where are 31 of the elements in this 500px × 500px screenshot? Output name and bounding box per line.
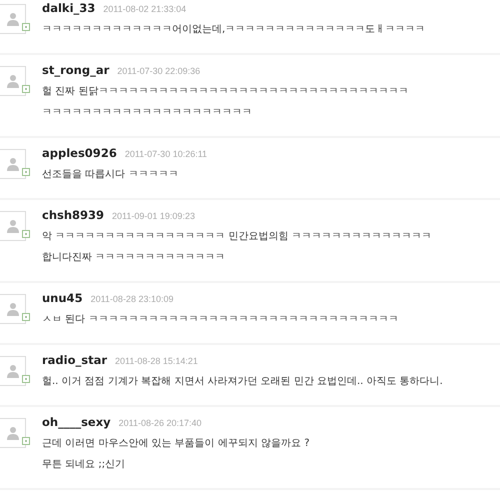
comment-text: ㅋㅋㅋㅋㅋㅋㅋㅋㅋㅋㅋㅋㅋ어이없는데,ㅋㅋㅋㅋㅋㅋㅋㅋㅋㅋㅋㅋㅋㅋ도ㅐㅋㅋㅋㅋ: [42, 23, 426, 37]
username[interactable]: oh____sexy: [42, 415, 111, 429]
comment-date: 2011-08-28 15:14:21: [115, 356, 198, 366]
username[interactable]: st_rong_ar: [42, 63, 110, 77]
username[interactable]: radio_star: [42, 353, 108, 367]
comment-date: 2011-08-28 23:10:09: [90, 294, 174, 304]
username[interactable]: apples0926: [42, 146, 117, 160]
comment-text: 헐.. 이거 점점 기계가 복잡해 지면서 사라져가던 오래된 민간 요법인데.. 아직도 통하다니.: [42, 375, 443, 389]
plus-icon[interactable]: [22, 230, 30, 238]
username[interactable]: unu45: [42, 291, 83, 305]
comment-text: ㅋㅋㅋㅋㅋㅋㅋㅋㅋㅋㅋㅋㅋㅋㅋㅋㅋㅋㅋㅋㅋ: [42, 106, 253, 120]
plus-icon[interactable]: [22, 375, 30, 383]
comment-date: 2011-07-30 22:09:36: [117, 66, 200, 76]
comment-date: 2011-08-26 20:17:40: [118, 418, 202, 428]
username[interactable]: chsh8939: [42, 208, 104, 222]
comment-text: 합니다진짜 ㅋㅋㅋㅋㅋㅋㅋㅋㅋㅋㅋㅋㅋ: [42, 251, 226, 265]
comment-text: 선조들을 따릅시다 ㅋㅋㅋㅋㅋ: [42, 168, 180, 182]
comment-text: 악 ㅋㅋㅋㅋㅋㅋㅋㅋㅋㅋㅋㅋㅋㅋㅋㅋㅋ 민간요법의힘 ㅋㅋㅋㅋㅋㅋㅋㅋㅋㅋㅋㅋㅋㅋ: [42, 230, 432, 244]
plus-icon[interactable]: [22, 168, 30, 176]
comment-text: 근데 이러면 마우스안에 있는 부품들이 에꾸되지 않을까요 ?: [42, 437, 310, 451]
plus-icon[interactable]: [22, 437, 30, 445]
plus-icon[interactable]: [22, 313, 30, 321]
comment-text: 헐 진짜 된닭ㅋㅋㅋㅋㅋㅋㅋㅋㅋㅋㅋㅋㅋㅋㅋㅋㅋㅋㅋㅋㅋㅋㅋㅋㅋㅋㅋㅋㅋㅋㅋ: [42, 85, 408, 99]
plus-icon[interactable]: [22, 23, 30, 31]
comment-text: ㅅㅂ 된다 ㅋㅋㅋㅋㅋㅋㅋㅋㅋㅋㅋㅋㅋㅋㅋㅋㅋㅋㅋㅋㅋㅋㅋㅋㅋㅋㅋㅋㅋㅋㅋ: [42, 313, 398, 327]
comment-date: 2011-07-30 10:26:11: [124, 149, 208, 159]
comment-date: 2011-08-02 21:33:04: [103, 4, 186, 14]
comment-date: 2011-09-01 19:09:23: [112, 211, 195, 221]
comment-text: 무튼 되네요 ;;신기: [42, 458, 126, 472]
username[interactable]: dalki_33: [42, 1, 96, 15]
plus-icon[interactable]: [22, 85, 30, 93]
